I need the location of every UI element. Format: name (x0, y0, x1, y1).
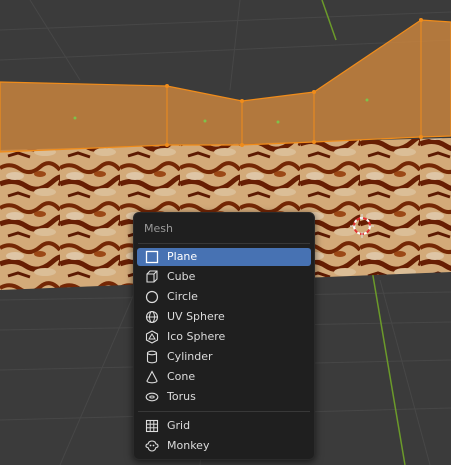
menu-item-label: Cone (167, 370, 196, 383)
menu-item-label: UV Sphere (167, 310, 225, 323)
menu-item-label: Monkey (167, 439, 210, 452)
menu-item-label: Grid (167, 419, 191, 432)
menu-item-monkey[interactable]: Monkey (137, 437, 311, 455)
cube-icon (146, 270, 158, 283)
menu-item-label: Cube (167, 270, 196, 283)
menu-item-cylinder[interactable]: Cylinder (137, 348, 311, 366)
menu-item-label: Torus (167, 390, 196, 403)
monkey-icon (145, 440, 159, 452)
uv-sphere-icon (145, 310, 159, 324)
menu-item-plane[interactable]: Plane (137, 248, 311, 266)
cylinder-icon (146, 350, 158, 364)
cone-icon (146, 370, 158, 384)
menu-item-uv-sphere[interactable]: UV Sphere (137, 308, 311, 326)
menu-item-label: Ico Sphere (167, 330, 226, 343)
menu-item-cone[interactable]: Cone (137, 368, 311, 386)
grid-icon (145, 419, 159, 433)
menu-item-label: Circle (167, 290, 198, 303)
ico-sphere-icon (145, 330, 159, 344)
menu-title: Mesh (144, 222, 173, 235)
menu-divider (138, 411, 310, 412)
circle-icon (145, 290, 159, 304)
menu-item-label: Cylinder (167, 350, 213, 363)
menu-divider (138, 243, 310, 244)
menu-item-grid[interactable]: Grid (137, 417, 311, 435)
menu-item-ico-sphere[interactable]: Ico Sphere (137, 328, 311, 346)
plane-icon (145, 250, 159, 264)
menu-item-label: Plane (167, 250, 198, 263)
torus-icon (145, 392, 159, 402)
add-mesh-menu: Mesh Plane Cube Circle UV Sphere Ico Sph… (133, 212, 315, 460)
menu-item-torus[interactable]: Torus (137, 388, 311, 406)
menu-item-cube[interactable]: Cube (137, 268, 311, 286)
menu-item-circle[interactable]: Circle (137, 288, 311, 306)
